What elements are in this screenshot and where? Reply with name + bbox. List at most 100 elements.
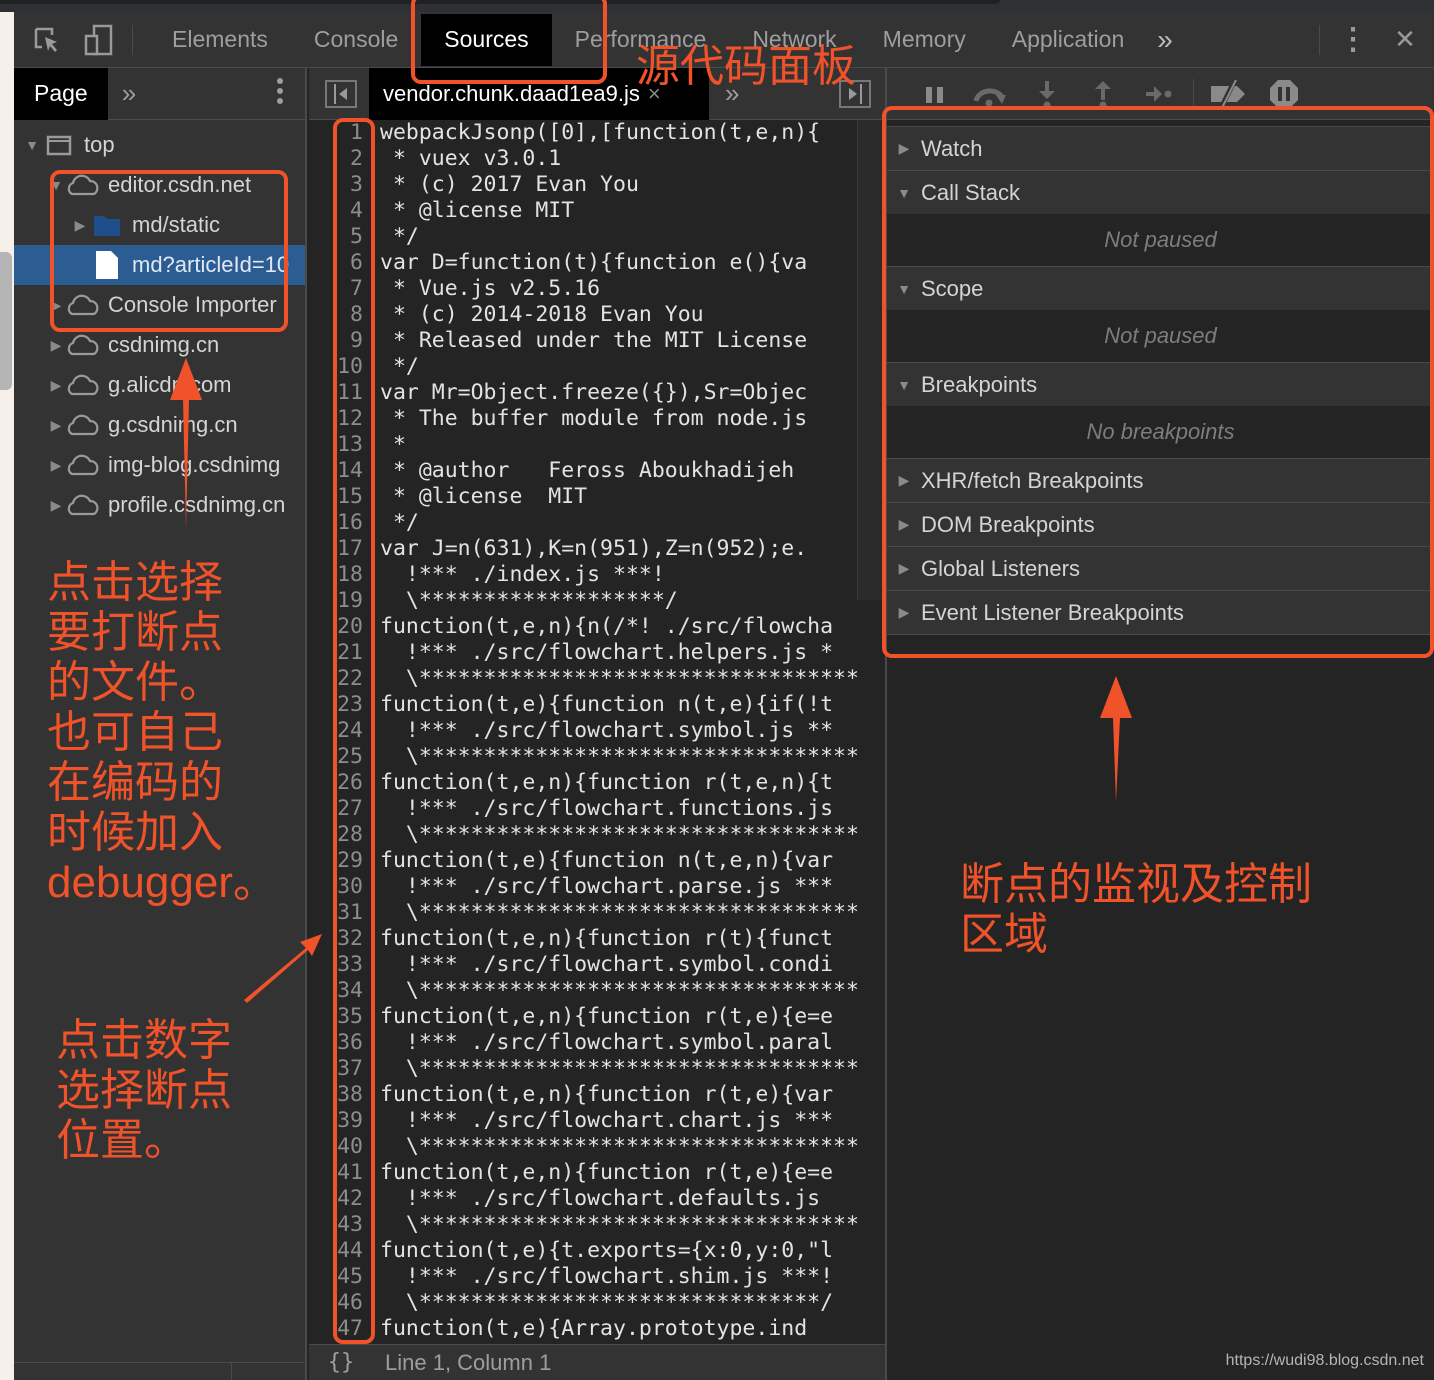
- line-number[interactable]: 21: [309, 640, 367, 666]
- line-number[interactable]: 24: [309, 718, 367, 744]
- tree-item[interactable]: ▶ g.alicdn.com: [14, 365, 305, 405]
- pause-resume-icon[interactable]: [907, 74, 963, 114]
- line-number[interactable]: 37: [309, 1056, 367, 1082]
- collapsed-triangle-icon[interactable]: ▶: [72, 217, 88, 234]
- tab-application[interactable]: Application: [989, 14, 1148, 66]
- line-number[interactable]: 28: [309, 822, 367, 848]
- inspect-element-icon[interactable]: [30, 23, 64, 57]
- collapsed-triangle-icon[interactable]: ▶: [48, 337, 64, 354]
- line-number[interactable]: 43: [309, 1212, 367, 1238]
- pane-header-scope[interactable]: ▼ Scope: [887, 266, 1434, 310]
- line-number[interactable]: 11: [309, 380, 367, 406]
- line-number[interactable]: 8: [309, 302, 367, 328]
- line-number[interactable]: 30: [309, 874, 367, 900]
- line-number[interactable]: 31: [309, 900, 367, 926]
- line-number[interactable]: 42: [309, 1186, 367, 1212]
- close-icon[interactable]: ✕: [1388, 23, 1422, 57]
- pane-header-call-stack[interactable]: ▼ Call Stack: [887, 170, 1434, 214]
- step-over-icon[interactable]: [963, 74, 1019, 114]
- tab-elements[interactable]: Elements: [149, 14, 291, 66]
- tab-memory[interactable]: Memory: [860, 14, 989, 66]
- tree-item[interactable]: md?articleId=10: [14, 245, 305, 285]
- pause-on-exceptions-icon[interactable]: [1256, 74, 1312, 114]
- line-number[interactable]: 20: [309, 614, 367, 640]
- line-number[interactable]: 40: [309, 1134, 367, 1160]
- tree-item[interactable]: ▶ profile.csdnimg.cn: [14, 485, 305, 525]
- page-scrollbar[interactable]: [0, 12, 14, 1380]
- line-number[interactable]: 14: [309, 458, 367, 484]
- tab-sources[interactable]: Sources: [421, 13, 552, 66]
- line-number[interactable]: 44: [309, 1238, 367, 1264]
- pane-header-dom-breakpoints[interactable]: ▶ DOM Breakpoints: [887, 502, 1434, 546]
- line-number[interactable]: 27: [309, 796, 367, 822]
- tab-network[interactable]: Network: [729, 14, 859, 66]
- line-number[interactable]: 17: [309, 536, 367, 562]
- tab-page[interactable]: Page: [14, 67, 108, 120]
- line-number[interactable]: 33: [309, 952, 367, 978]
- line-number[interactable]: 38: [309, 1082, 367, 1108]
- device-toolbar-icon[interactable]: [82, 23, 116, 57]
- line-number[interactable]: 36: [309, 1030, 367, 1056]
- line-number[interactable]: 32: [309, 926, 367, 952]
- line-number[interactable]: 39: [309, 1108, 367, 1134]
- tree-item[interactable]: ▶ Console Importer: [14, 285, 305, 325]
- collapsed-triangle-icon[interactable]: ▶: [48, 297, 64, 314]
- collapsed-triangle-icon[interactable]: ▶: [48, 457, 64, 474]
- close-tab-icon[interactable]: ×: [648, 81, 661, 107]
- collapsed-triangle-icon[interactable]: ▶: [48, 417, 64, 434]
- step-out-icon[interactable]: [1075, 74, 1131, 114]
- line-number[interactable]: 29: [309, 848, 367, 874]
- line-number[interactable]: 35: [309, 1004, 367, 1030]
- line-number[interactable]: 41: [309, 1160, 367, 1186]
- deactivate-breakpoints-icon[interactable]: [1200, 74, 1256, 114]
- navigator-more-button[interactable]: »: [108, 78, 150, 109]
- file-tab[interactable]: vendor.chunk.daad1ea9.js ×: [369, 67, 709, 120]
- tree-item[interactable]: ▶ csdnimg.cn: [14, 325, 305, 365]
- page-scrollbar-thumb[interactable]: [0, 252, 12, 390]
- pane-header-event-listener-breakpoints[interactable]: ▶ Event Listener Breakpoints: [887, 590, 1434, 634]
- toggle-navigator-button[interactable]: [325, 79, 357, 108]
- step-icon[interactable]: [1131, 74, 1187, 114]
- tree-item[interactable]: ▶ img-blog.csdnimg: [14, 445, 305, 485]
- tree-item[interactable]: ▶ md/static: [14, 205, 305, 245]
- expanded-triangle-icon[interactable]: ▼: [24, 137, 40, 153]
- line-number[interactable]: 22: [309, 666, 367, 692]
- line-number[interactable]: 46: [309, 1290, 367, 1316]
- line-number[interactable]: 2: [309, 146, 367, 172]
- line-number[interactable]: 18: [309, 562, 367, 588]
- more-tabs-button[interactable]: »: [1147, 14, 1183, 66]
- line-number[interactable]: 19: [309, 588, 367, 614]
- collapsed-triangle-icon[interactable]: ▶: [48, 497, 64, 514]
- line-number[interactable]: 13: [309, 432, 367, 458]
- line-number[interactable]: 34: [309, 978, 367, 1004]
- tab-console[interactable]: Console: [291, 14, 421, 66]
- pane-header-xhr-fetch-breakpoints[interactable]: ▶ XHR/fetch Breakpoints: [887, 458, 1434, 502]
- line-number[interactable]: 4: [309, 198, 367, 224]
- line-number[interactable]: 3: [309, 172, 367, 198]
- editor-scrollbar[interactable]: [857, 120, 885, 600]
- line-number[interactable]: 15: [309, 484, 367, 510]
- pretty-print-button[interactable]: {}: [309, 1350, 373, 1375]
- pane-header-breakpoints[interactable]: ▼ Breakpoints: [887, 362, 1434, 406]
- line-number[interactable]: 16: [309, 510, 367, 536]
- pane-header-global-listeners[interactable]: ▶ Global Listeners: [887, 546, 1434, 590]
- line-number[interactable]: 7: [309, 276, 367, 302]
- line-number[interactable]: 47: [309, 1316, 367, 1342]
- line-number[interactable]: 45: [309, 1264, 367, 1290]
- line-number[interactable]: 26: [309, 770, 367, 796]
- navigator-menu-icon[interactable]: [277, 78, 283, 109]
- tree-item[interactable]: ▼ editor.csdn.net: [14, 165, 305, 205]
- line-number[interactable]: 5: [309, 224, 367, 250]
- line-number[interactable]: 6: [309, 250, 367, 276]
- tree-item[interactable]: ▶ g.csdnimg.cn: [14, 405, 305, 445]
- line-number[interactable]: 9: [309, 328, 367, 354]
- customize-menu-icon[interactable]: ⋮: [1336, 23, 1370, 57]
- line-number[interactable]: 10: [309, 354, 367, 380]
- toggle-debugger-button[interactable]: [839, 79, 871, 108]
- collapsed-triangle-icon[interactable]: ▶: [48, 377, 64, 394]
- expanded-triangle-icon[interactable]: ▼: [48, 177, 64, 193]
- pane-header-watch[interactable]: ▶ Watch: [887, 126, 1434, 170]
- line-number[interactable]: 25: [309, 744, 367, 770]
- editor-more-tabs-button[interactable]: »: [709, 78, 755, 109]
- line-number[interactable]: 12: [309, 406, 367, 432]
